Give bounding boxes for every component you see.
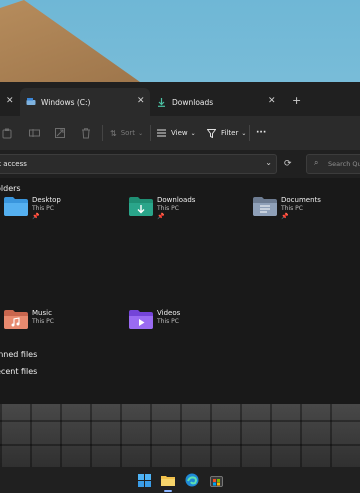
home-content: olders Desktop This PC 📌 Downloads This … [0,178,360,404]
taskbar [0,467,360,493]
refresh-icon[interactable]: ⟳ [284,159,292,169]
chevron-down-icon: ⌄ [190,129,196,137]
new-tab-icon[interactable]: + [292,94,301,107]
folder-location: This PC [32,318,54,325]
section-pinned-files-title[interactable]: inned files [0,350,37,359]
view-label: View [171,129,188,137]
section-recent-files-title[interactable]: ecent files [0,367,37,376]
music-folder-icon [4,310,28,329]
file-explorer-window: ✕ Windows (C:) ✕ Downloads ✕ + ⇅ Sort ⌄ … [0,82,360,404]
view-icon [157,129,166,137]
tab-windows-c[interactable]: Windows (C:) [20,88,150,116]
command-bar: ⇅ Sort ⌄ View ⌄ Filter ⌄ ··· [0,116,360,151]
documents-folder-icon [253,197,277,216]
folder-downloads[interactable]: Downloads This PC 📌 [129,196,249,226]
toolbar-separator [102,125,103,141]
drive-icon [26,98,36,105]
address-bar: k access ⌄ ⟳ ⌕ Search Qu [0,150,360,178]
start-icon[interactable] [135,471,153,489]
tab-bar: ✕ Windows (C:) ✕ Downloads ✕ + [0,82,360,116]
toolbar-separator [249,125,250,141]
section-folders-title[interactable]: olders [0,184,21,193]
search-input[interactable]: ⌕ Search Qu [306,154,360,174]
download-icon [158,97,165,107]
close-tab-icon[interactable]: ✕ [6,96,14,106]
pin-icon: 📌 [157,213,165,220]
sort-button[interactable]: ⇅ Sort ⌄ [110,124,143,142]
search-icon: ⌕ [314,158,319,167]
folder-desktop[interactable]: Desktop This PC 📌 [4,196,124,226]
close-tab-icon[interactable]: ✕ [268,96,276,106]
filter-label: Filter [221,129,239,137]
folder-location: This PC [281,205,303,212]
downloads-folder-icon [129,197,153,216]
address-text: k access [0,160,27,168]
folder-documents[interactable]: Documents This PC 📌 [253,196,360,226]
paste-icon[interactable] [2,124,12,142]
address-field[interactable]: k access ⌄ [0,154,277,174]
folder-videos[interactable]: Videos This PC [129,309,249,339]
more-options-icon[interactable]: ··· [256,124,266,142]
store-icon[interactable] [207,471,225,489]
rename-icon[interactable] [29,124,40,142]
view-button[interactable]: View ⌄ [157,124,196,142]
share-icon[interactable] [55,124,65,142]
toolbar-separator [150,125,151,141]
chevron-down-icon: ⌄ [138,129,144,137]
tab-label: Windows (C:) [41,97,91,107]
chevron-down-icon[interactable]: ⌄ [265,158,272,167]
folder-location: This PC [157,205,179,212]
wallpaper-stone-wall [0,400,360,470]
videos-folder-icon [129,310,153,329]
edge-icon[interactable] [183,471,201,489]
delete-icon[interactable] [81,124,91,142]
pin-icon: 📌 [32,213,40,220]
folder-music[interactable]: Music This PC [4,309,124,339]
folder-name: Desktop [32,196,61,204]
folder-name: Documents [281,196,321,204]
tab-downloads[interactable]: Downloads [152,88,282,116]
sort-icon: ⇅ [110,128,117,138]
folder-name: Downloads [157,196,196,204]
search-placeholder: Search Qu [328,160,360,168]
filter-button[interactable]: Filter ⌄ [207,124,246,142]
active-app-indicator [164,490,172,492]
sort-label: Sort [120,129,136,137]
pin-icon: 📌 [281,213,289,220]
file-explorer-icon[interactable] [159,471,177,489]
folder-name: Videos [157,309,181,317]
tab-label: Downloads [172,97,214,107]
close-tab-icon[interactable]: ✕ [137,96,145,106]
desktop-folder-icon [4,197,28,216]
folder-location: This PC [32,205,54,212]
chevron-down-icon: ⌄ [241,129,247,137]
filter-icon [207,128,216,138]
folder-name: Music [32,309,52,317]
folder-location: This PC [157,318,179,325]
